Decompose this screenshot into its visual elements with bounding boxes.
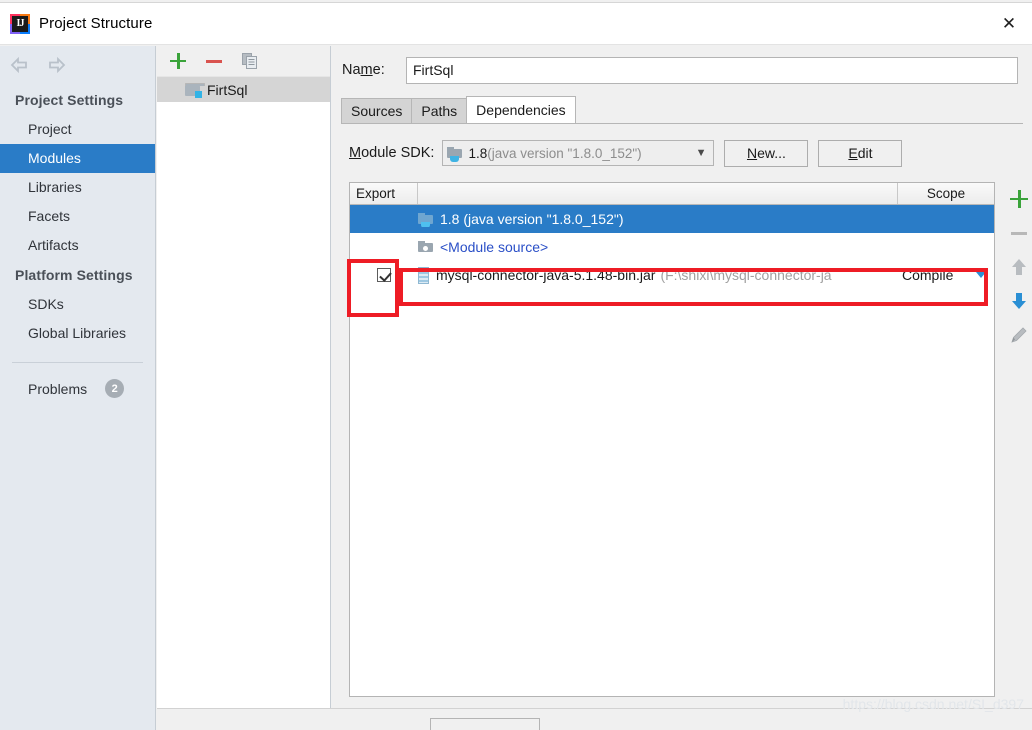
row-export-cell xyxy=(350,261,418,289)
dependencies-panel: Module SDK: 1.8 (java version "1.8.0_152… xyxy=(341,123,1028,706)
modules-tree-pane: FirtSql xyxy=(157,46,331,730)
add-dependency-button[interactable] xyxy=(1008,188,1030,210)
table-row[interactable]: <Module source> xyxy=(350,233,994,261)
dependencies-table: Export Scope 1.8 (java version "1.8.0_15… xyxy=(349,182,995,697)
chevron-down-icon xyxy=(976,272,986,278)
sidebar-item-global-libraries[interactable]: Global Libraries xyxy=(0,319,155,348)
forward-arrow-icon[interactable] xyxy=(45,55,67,75)
row-name-cell: mysql-connector-java-5.1.48-bin.jar (F:\… xyxy=(418,266,898,284)
module-tabs: Sources Paths Dependencies xyxy=(341,96,1032,123)
module-source-icon xyxy=(418,240,435,255)
copy-icon[interactable] xyxy=(241,52,259,70)
sidebar-group-project-settings: Project Settings xyxy=(15,92,124,108)
tab-dependencies[interactable]: Dependencies xyxy=(466,96,576,123)
export-checkbox[interactable] xyxy=(377,268,391,282)
row-name-label: 1.8 (java version "1.8.0_152") xyxy=(440,211,624,227)
row-scope-label: Compile xyxy=(902,267,954,283)
remove-dependency-button[interactable] xyxy=(1008,222,1030,244)
row-export-cell xyxy=(350,205,418,233)
sidebar-item-facets[interactable]: Facets xyxy=(0,202,155,231)
project-structure-dialog: IJ Project Structure ✕ Project Settings … xyxy=(0,0,1032,730)
row-name-label: <Module source> xyxy=(440,239,549,255)
jdk-icon xyxy=(418,212,435,227)
table-row[interactable]: mysql-connector-java-5.1.48-bin.jar (F:\… xyxy=(350,261,994,289)
minus-icon[interactable] xyxy=(205,52,223,70)
table-row[interactable]: 1.8 (java version "1.8.0_152") xyxy=(350,205,994,233)
dependencies-toolbar xyxy=(1003,182,1032,362)
sidebar-item-sdks[interactable]: SDKs xyxy=(0,290,155,319)
close-icon[interactable]: ✕ xyxy=(986,3,1032,44)
window-title: Project Structure xyxy=(39,15,153,32)
module-sdk-combobox[interactable]: 1.8 (java version "1.8.0_152") ▼ xyxy=(442,140,715,166)
module-name-label: Name: xyxy=(342,62,385,78)
plus-icon[interactable] xyxy=(169,52,187,70)
title-bar: IJ Project Structure ✕ xyxy=(0,3,1032,45)
dialog-action-button[interactable] xyxy=(430,718,540,730)
sidebar-nav-arrows xyxy=(0,46,155,83)
sidebar-item-libraries[interactable]: Libraries xyxy=(0,173,155,202)
row-name-cell: <Module source> xyxy=(418,239,898,255)
tab-paths[interactable]: Paths xyxy=(411,98,468,123)
sidebar-item-problems[interactable]: Problems 2 xyxy=(0,363,155,398)
edit-dependency-button[interactable] xyxy=(1008,324,1030,346)
sidebar-group-platform-settings: Platform Settings xyxy=(15,267,133,283)
jdk-icon xyxy=(447,146,464,162)
chevron-down-icon: ▼ xyxy=(695,147,707,159)
row-name-label: mysql-connector-java-5.1.48-bin.jar xyxy=(436,267,656,283)
module-sdk-row: Module SDK: 1.8 (java version "1.8.0_152… xyxy=(349,138,1023,168)
table-header-row: Export Scope xyxy=(350,183,994,205)
watermark: https://blog.csdn.net/SI_d397 xyxy=(842,696,1024,712)
move-down-button[interactable] xyxy=(1008,290,1030,312)
problems-label: Problems xyxy=(28,380,88,397)
module-sdk-label: Module SDK: xyxy=(349,145,435,161)
module-sdk-value-version: 1.8 xyxy=(468,145,488,161)
row-export-cell xyxy=(350,233,418,261)
sidebar-item-modules[interactable]: Modules xyxy=(0,144,155,173)
module-name-row: Name: xyxy=(332,46,1032,84)
move-up-button[interactable] xyxy=(1008,256,1030,278)
module-folder-icon xyxy=(185,82,205,98)
module-sdk-value-detail: (java version "1.8.0_152") xyxy=(487,145,642,161)
row-scope-cell[interactable]: Compile xyxy=(898,267,994,283)
tree-item-firtsql[interactable]: FirtSql xyxy=(157,77,330,102)
sidebar-list: Project Settings Project Modules Librari… xyxy=(0,83,155,398)
column-header-name[interactable] xyxy=(418,183,898,204)
jar-icon xyxy=(418,266,429,284)
column-header-export[interactable]: Export xyxy=(350,183,418,204)
row-path-label: (F:\shixi\mysql-connector-ja xyxy=(660,267,832,283)
module-name-input[interactable] xyxy=(406,56,1018,84)
settings-sidebar: Project Settings Project Modules Librari… xyxy=(0,46,156,730)
module-editor-pane: Name: Sources Paths Dependencies Module … xyxy=(332,46,1032,730)
modules-tree-toolbar xyxy=(157,46,330,77)
problems-count-badge: 2 xyxy=(105,379,125,398)
new-sdk-button[interactable]: New... xyxy=(724,139,809,167)
column-header-scope[interactable]: Scope xyxy=(898,183,994,204)
row-name-cell: 1.8 (java version "1.8.0_152") xyxy=(418,211,898,227)
tree-item-label: FirtSql xyxy=(207,81,248,98)
back-arrow-icon[interactable] xyxy=(9,55,31,75)
sidebar-item-project[interactable]: Project xyxy=(0,115,155,144)
sidebar-item-artifacts[interactable]: Artifacts xyxy=(0,231,155,260)
edit-sdk-button[interactable]: Edit xyxy=(818,139,903,167)
tab-sources[interactable]: Sources xyxy=(341,98,413,123)
intellij-idea-icon: IJ xyxy=(10,13,30,34)
